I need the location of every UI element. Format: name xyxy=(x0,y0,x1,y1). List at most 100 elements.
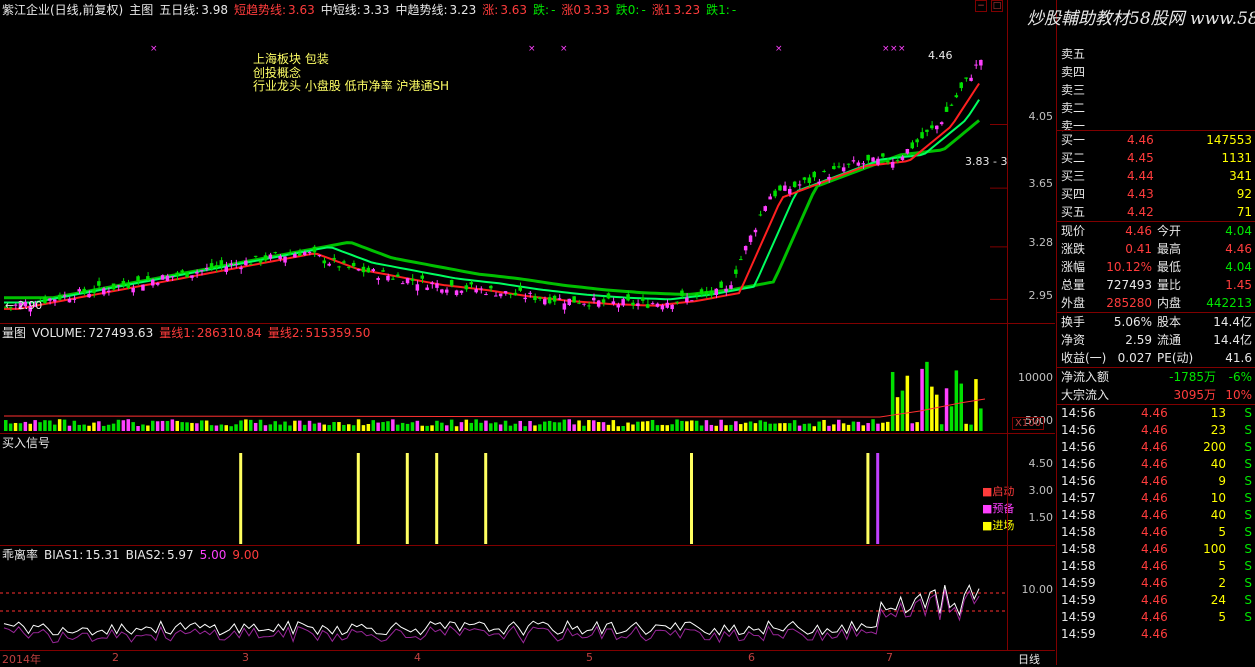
bid-row[interactable]: 买五 4.42 71 xyxy=(1057,203,1255,221)
candle-body xyxy=(62,295,67,297)
volume-bar xyxy=(234,424,238,431)
volume-bar xyxy=(293,420,297,431)
candle-body xyxy=(170,276,175,278)
volume-bar xyxy=(538,424,542,431)
candle-body xyxy=(307,252,312,254)
candle-body xyxy=(935,125,939,130)
candle-body xyxy=(645,304,650,308)
bias-pane[interactable]: 乖离率 BIAS1: 15.31 BIAS2: 5.97 5.00 9.00 10.00 xyxy=(0,545,1055,650)
bid-volume: 71 xyxy=(1236,205,1252,219)
volume-bar xyxy=(67,425,72,431)
buy-signal-pane[interactable]: 买入信号 4.50 3.00 1.50 ■启动 ■预备 ■进场 xyxy=(0,433,1055,546)
volume-bar xyxy=(802,423,807,431)
ask-row[interactable]: 卖二 xyxy=(1057,99,1255,117)
chart-area[interactable]: 紫江企业(日线,前复权) 主图 五日线: 3.98 短趋势线: 3.63 中短线: 3.33 中… xyxy=(0,0,1055,666)
marker-x: × xyxy=(560,44,568,54)
buy-signal-bar xyxy=(405,453,409,544)
bid-label: 买三 xyxy=(1061,169,1086,183)
quote-row: 涨幅 10.12% 最低 4.04 xyxy=(1057,258,1255,276)
candle-body xyxy=(72,298,77,300)
volume-pane[interactable]: 量图 VOLUME: 727493.63 量线1: 286310.84 量线2: 51535… xyxy=(0,323,1055,434)
x-label: 3 xyxy=(242,651,249,664)
volume-bar xyxy=(430,425,434,431)
buy-signal-bar xyxy=(356,453,360,544)
volume-bar xyxy=(229,426,233,431)
fundamental-label: 换手 xyxy=(1061,315,1086,329)
candle-body xyxy=(366,267,371,273)
tick-side: S xyxy=(1244,508,1252,522)
ask-row[interactable]: 卖三 xyxy=(1057,81,1255,99)
candle-body xyxy=(151,279,155,286)
bid-row[interactable]: 买四 4.43 92 xyxy=(1057,185,1255,203)
candle-body xyxy=(503,291,508,294)
marker-x: × xyxy=(150,44,158,54)
buy-signal-bars[interactable] xyxy=(0,433,1007,544)
tick-side: S xyxy=(1244,576,1252,590)
volume-bar xyxy=(959,383,963,431)
high-annotation: 4.46 xyxy=(928,49,953,62)
volume-bar xyxy=(797,425,802,431)
tick-price: 4.46 xyxy=(1141,610,1168,624)
bid-volume: 147553 xyxy=(1206,133,1252,147)
volume-bar xyxy=(484,420,488,431)
volume-bar xyxy=(474,419,478,431)
volume-bars[interactable] xyxy=(0,323,1007,432)
tick-row: 14:59 4.46 2 S xyxy=(1057,575,1255,592)
volume-bar xyxy=(503,420,508,431)
fundamental-label: 流通 xyxy=(1157,333,1182,347)
tick-volume: 40 xyxy=(1210,457,1226,471)
flow-label: 大宗流入 xyxy=(1061,388,1110,402)
x-label: 2 xyxy=(112,651,119,664)
volume-bar xyxy=(445,425,449,431)
bias-lines[interactable] xyxy=(0,545,1007,650)
candle-body xyxy=(773,190,777,197)
price-tick: 3.65 xyxy=(1028,177,1054,190)
volume-bar xyxy=(92,422,96,431)
candle-body xyxy=(312,246,317,253)
tick-time: 14:56 xyxy=(1061,423,1096,437)
tick-volume: 24 xyxy=(1210,593,1226,607)
candle-body xyxy=(440,289,444,293)
tick-row: 14:56 4.46 200 S xyxy=(1057,439,1255,456)
volume-bar xyxy=(910,423,914,431)
main-price-pane[interactable]: 紫江企业(日线,前复权) 主图 五日线: 3.98 短趋势线: 3.63 中短线: 3.33 中… xyxy=(0,0,1055,324)
candle-body xyxy=(82,288,86,294)
quote-label: 涨跌 xyxy=(1061,242,1086,256)
candle-body xyxy=(116,285,121,287)
candlestick-chart[interactable]: × × × × × × × xyxy=(0,0,1007,322)
volume-bar xyxy=(376,422,380,431)
volume-bar xyxy=(680,420,684,431)
candle-body xyxy=(327,263,331,266)
bid-row[interactable]: 买二 4.45 1131 xyxy=(1057,149,1255,167)
volume-bar xyxy=(48,420,52,431)
volume-bar xyxy=(861,425,865,431)
volume-bar xyxy=(33,420,37,431)
mid-annotation: 3.83 - 3 xyxy=(965,155,1008,168)
volume-bar xyxy=(160,420,165,431)
volume-tick: 10000 xyxy=(1018,371,1053,384)
volume-bar xyxy=(567,419,571,431)
bid-row[interactable]: 买一 4.46 147553 xyxy=(1057,131,1255,149)
volume-bar xyxy=(185,422,189,431)
quote-row: 现价 4.46 今开 4.04 xyxy=(1057,222,1255,240)
candle-body xyxy=(347,266,351,268)
candle-body xyxy=(92,289,96,293)
volume-bar xyxy=(631,424,635,431)
candle-body xyxy=(797,184,802,186)
ask-row[interactable]: 卖五 xyxy=(1057,45,1255,63)
bid-row[interactable]: 买三 4.44 341 xyxy=(1057,167,1255,185)
ask-row[interactable]: 卖四 xyxy=(1057,63,1255,81)
tick-price: 4.46 xyxy=(1141,576,1168,590)
quote-value: 10.12% xyxy=(1106,260,1152,274)
volume-bar xyxy=(704,420,709,431)
candle-body xyxy=(298,252,302,256)
tick-time: 14:58 xyxy=(1061,542,1096,556)
candle-body xyxy=(229,263,233,265)
candle-body xyxy=(396,274,400,277)
volume-bar xyxy=(141,424,145,431)
volume-bar xyxy=(479,422,483,431)
volume-unit: X100 xyxy=(1012,417,1044,430)
trend-line-long xyxy=(4,119,981,300)
fundamental-value: 14.4亿 xyxy=(1213,333,1252,347)
tick-volume: 10 xyxy=(1210,491,1226,505)
